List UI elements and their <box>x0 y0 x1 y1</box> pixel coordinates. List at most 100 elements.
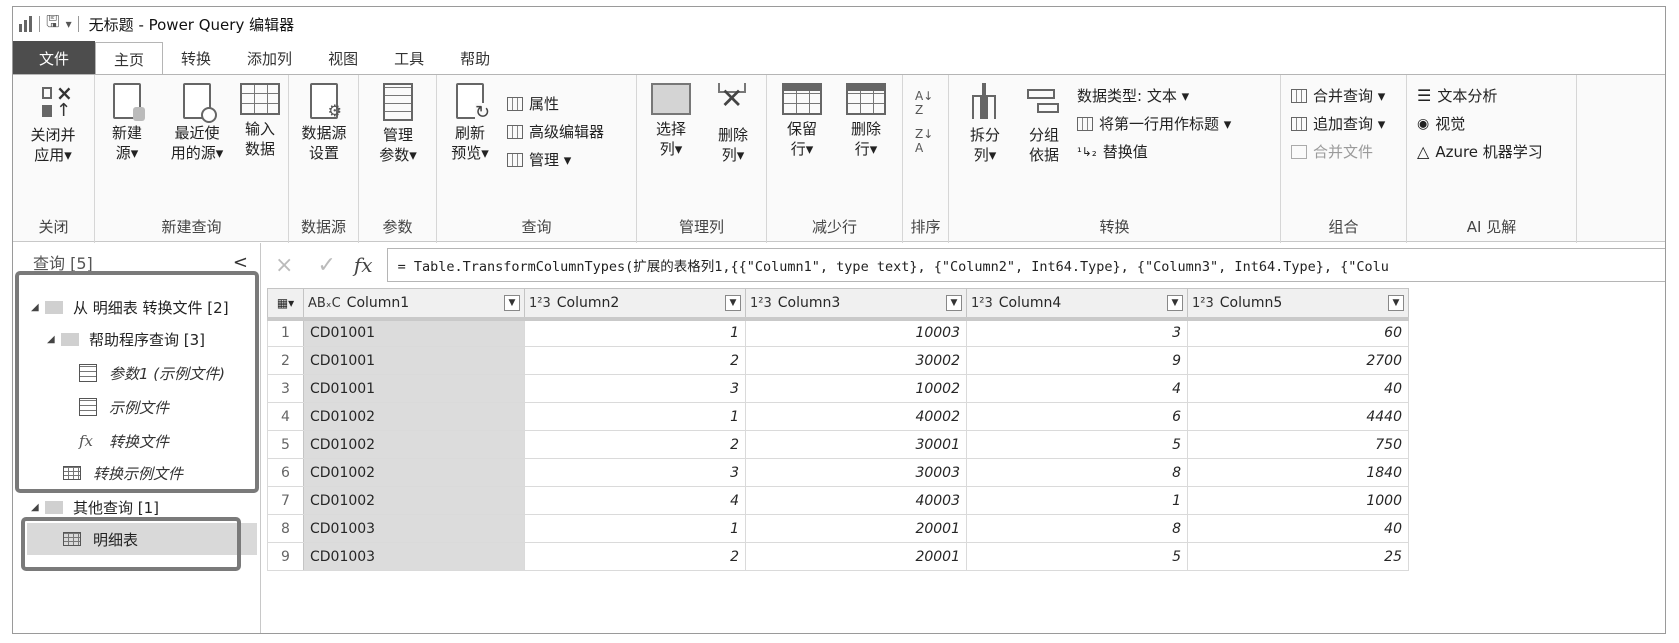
table-cell[interactable]: 30001 <box>745 430 967 459</box>
cancel-icon[interactable]: × <box>275 253 293 278</box>
append-queries-button[interactable]: 追加查询 ▾ <box>1291 113 1385 134</box>
table-cell[interactable]: 3 <box>524 374 746 403</box>
new-source-button[interactable]: 新建 源▾ <box>99 83 155 163</box>
manage-query-button[interactable]: 管理 ▾ <box>507 149 571 170</box>
table-cell[interactable]: 5 <box>966 430 1188 459</box>
column-header[interactable]: 1²3 Column4 ▼ <box>966 288 1188 321</box>
table-row[interactable]: 9 CD01003 2 20001 5 25 <box>267 542 1409 571</box>
advanced-editor-button[interactable]: 高级编辑器 <box>507 121 604 142</box>
column-header[interactable]: 1²3 Column5 ▼ <box>1187 288 1409 321</box>
table-cell[interactable]: 1000 <box>1187 486 1409 515</box>
table-row[interactable]: 2 CD01001 2 30002 9 2700 <box>267 346 1409 375</box>
recent-sources-button[interactable]: 最近使 用的源▾ <box>161 83 233 163</box>
tab-add-column[interactable]: 添加列 <box>229 41 310 75</box>
table-cell[interactable]: CD01002 <box>303 486 525 515</box>
table-cell[interactable]: 1840 <box>1187 458 1409 487</box>
table-cell[interactable]: CD01002 <box>303 402 525 431</box>
merge-queries-button[interactable]: 合并查询 ▾ <box>1291 85 1385 106</box>
table-cell[interactable]: 8 <box>966 458 1188 487</box>
table-cell[interactable]: 1 <box>524 514 746 543</box>
table-cell[interactable]: CD01001 <box>303 318 525 347</box>
filter-dropdown-icon[interactable]: ▼ <box>725 295 741 311</box>
table-cell[interactable]: 30003 <box>745 458 967 487</box>
refresh-preview-button[interactable]: ↻ 刷新 预览▾ <box>441 83 499 163</box>
replace-values-button[interactable]: ¹↳₂ 替换值 <box>1077 141 1148 162</box>
column-header[interactable]: 1²3 Column2 ▼ <box>524 288 746 321</box>
keep-rows-button[interactable]: 保留 行▾ <box>773 83 831 159</box>
table-cell[interactable]: 2700 <box>1187 346 1409 375</box>
table-cell[interactable]: 10002 <box>745 374 967 403</box>
remove-rows-button[interactable]: 删除 行▾ <box>837 83 895 159</box>
table-cell[interactable]: 2 <box>524 346 746 375</box>
datasource-settings-button[interactable]: ⚙ 数据源 设置 <box>291 83 357 163</box>
table-cell[interactable]: 4 <box>966 374 1188 403</box>
table-cell[interactable]: 6 <box>966 402 1188 431</box>
table-cell[interactable]: 60 <box>1187 318 1409 347</box>
table-row[interactable]: 4 CD01002 1 40002 6 4440 <box>267 402 1409 431</box>
sort-descending-button[interactable]: Z↓ A <box>915 127 933 155</box>
column-header[interactable]: 1²3 Column3 ▼ <box>745 288 967 321</box>
sort-ascending-button[interactable]: A↓ Z <box>915 89 933 117</box>
table-row[interactable]: 5 CD01002 2 30001 5 750 <box>267 430 1409 459</box>
query-item-sample-file[interactable]: 示例文件 <box>79 391 169 423</box>
properties-button[interactable]: 属性 <box>507 93 559 114</box>
table-row[interactable]: 3 CD01001 3 10002 4 40 <box>267 374 1409 403</box>
table-cell[interactable]: 2 <box>524 430 746 459</box>
query-item-transform-file[interactable]: fx 转换文件 <box>79 425 169 457</box>
filter-dropdown-icon[interactable]: ▼ <box>946 295 962 311</box>
combine-files-button[interactable]: 合并文件 <box>1291 141 1373 162</box>
filter-dropdown-icon[interactable]: ▼ <box>504 295 520 311</box>
filter-dropdown-icon[interactable]: ▼ <box>1388 295 1404 311</box>
enter-data-button[interactable]: 输入 数据 <box>235 83 285 159</box>
table-row[interactable]: 8 CD01003 1 20001 8 40 <box>267 514 1409 543</box>
split-column-button[interactable]: 拆分 列▾ <box>957 83 1013 165</box>
query-group-other-queries[interactable]: ◢ 其他查询 [1] <box>31 491 159 523</box>
fx-icon[interactable]: fx <box>354 253 373 277</box>
table-cell[interactable]: 40003 <box>745 486 967 515</box>
table-cell[interactable]: 40002 <box>745 402 967 431</box>
table-cell[interactable]: CD01001 <box>303 346 525 375</box>
table-cell[interactable]: 40 <box>1187 374 1409 403</box>
table-cell[interactable]: 20001 <box>745 542 967 571</box>
text-type-icon[interactable]: ABₓC <box>308 296 341 311</box>
column-header[interactable]: ABₓC Column1 ▼ <box>303 288 525 321</box>
save-icon[interactable]: 🖫 <box>46 11 60 38</box>
vision-button[interactable]: ◉ 视觉 <box>1417 113 1465 134</box>
text-analytics-button[interactable]: ☰ 文本分析 <box>1417 85 1497 106</box>
table-cell[interactable]: 750 <box>1187 430 1409 459</box>
table-cell[interactable]: 2 <box>524 542 746 571</box>
table-cell[interactable]: CD01003 <box>303 542 525 571</box>
choose-columns-button[interactable]: 选择 列▾ <box>643 83 699 159</box>
table-cell[interactable]: CD01001 <box>303 374 525 403</box>
query-item-transform-sample-file[interactable]: 转换示例文件 <box>63 457 183 489</box>
group-by-button[interactable]: 分组 依据 <box>1019 83 1069 165</box>
tab-help[interactable]: 帮助 <box>442 41 508 75</box>
table-cell[interactable]: 30002 <box>745 346 967 375</box>
table-cell[interactable]: CD01002 <box>303 458 525 487</box>
table-cell[interactable]: 1 <box>966 486 1188 515</box>
azure-ml-button[interactable]: △ Azure 机器学习 <box>1417 141 1543 162</box>
query-group-helper-queries[interactable]: ◢ 帮助程序查询 [3] <box>47 323 205 355</box>
tab-tools[interactable]: 工具 <box>376 41 442 75</box>
datatype-dropdown[interactable]: 数据类型: 文本 ▾ <box>1077 85 1189 106</box>
table-cell[interactable]: 25 <box>1187 542 1409 571</box>
close-apply-button[interactable]: × ↑ 关闭并 应用▾ <box>15 83 91 165</box>
table-cell[interactable]: 3 <box>524 458 746 487</box>
tab-transform[interactable]: 转换 <box>163 41 229 75</box>
query-item-detail-table[interactable]: 明细表 <box>27 523 257 555</box>
table-row[interactable]: 7 CD01002 4 40003 1 1000 <box>267 486 1409 515</box>
tab-home[interactable]: 主页 <box>95 42 164 76</box>
table-row[interactable]: 1 CD01001 1 10003 3 60 <box>267 318 1409 347</box>
query-item-parameter[interactable]: 参数1 (示例文件) <box>79 357 225 389</box>
remove-columns-button[interactable]: ✕ 删除 列▾ <box>705 83 761 165</box>
formula-input[interactable]: = Table.TransformColumnTypes(扩展的表格列1,{{"… <box>386 248 1665 282</box>
use-first-row-headers-button[interactable]: 将第一行用作标题 ▾ <box>1077 113 1231 134</box>
table-cell[interactable]: CD01002 <box>303 430 525 459</box>
number-type-icon[interactable]: 1²3 <box>750 296 772 311</box>
table-cell[interactable]: 8 <box>966 514 1188 543</box>
table-row[interactable]: 6 CD01002 3 30003 8 1840 <box>267 458 1409 487</box>
number-type-icon[interactable]: 1²3 <box>971 296 993 311</box>
table-menu-icon[interactable]: ▦▾ <box>267 288 304 321</box>
table-cell[interactable]: 10003 <box>745 318 967 347</box>
table-cell[interactable]: 1 <box>524 402 746 431</box>
